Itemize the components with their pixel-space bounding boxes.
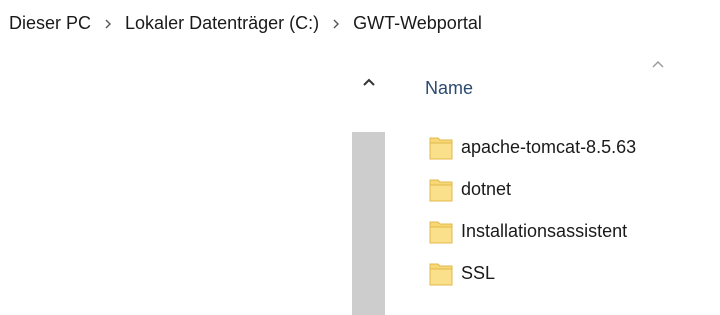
file-name: SSL xyxy=(461,262,496,283)
caret-up-icon[interactable] xyxy=(352,62,385,102)
column-header-label: Name xyxy=(425,77,474,98)
breadcrumb: Dieser PC Lokaler Datenträger (C:) GWT-W… xyxy=(0,0,720,46)
file-row-dotnet[interactable]: dotnet xyxy=(429,168,636,210)
folder-icon xyxy=(429,218,453,244)
file-row-apache-tomcat[interactable]: apache-tomcat-8.5.63 xyxy=(429,126,636,168)
sort-ascending-icon xyxy=(650,56,670,70)
breadcrumb-item-gwt-webportal[interactable]: GWT-Webportal xyxy=(350,11,485,36)
folder-icon xyxy=(429,134,453,160)
file-row-ssl[interactable]: SSL xyxy=(429,252,636,294)
scrollbar-thumb[interactable] xyxy=(352,132,385,315)
file-name: apache-tomcat-8.5.63 xyxy=(461,136,637,157)
file-row-installationsassistent[interactable]: Installationsassistent xyxy=(429,210,636,252)
file-explorer-window: Dieser PC Lokaler Datenträger (C:) GWT-W… xyxy=(0,0,720,315)
file-name: Installationsassistent xyxy=(461,220,628,241)
column-header-name[interactable]: Name xyxy=(425,66,705,110)
chevron-right-icon[interactable] xyxy=(94,16,122,31)
navigation-pane-scrollbar[interactable] xyxy=(352,62,385,315)
file-list: apache-tomcat-8.5.63 dotnet Installation… xyxy=(429,126,636,294)
file-name: dotnet xyxy=(461,178,512,199)
content-pane: Name apache-tomcat-8.5.63 dotnet Install… xyxy=(385,46,720,315)
chevron-right-icon[interactable] xyxy=(322,16,350,31)
folder-icon xyxy=(429,176,453,202)
breadcrumb-item-lokaler-datentraeger[interactable]: Lokaler Datenträger (C:) xyxy=(122,11,322,36)
breadcrumb-item-dieser-pc[interactable]: Dieser PC xyxy=(6,11,94,36)
folder-icon xyxy=(429,260,453,286)
navigation-pane[interactable] xyxy=(0,62,352,315)
